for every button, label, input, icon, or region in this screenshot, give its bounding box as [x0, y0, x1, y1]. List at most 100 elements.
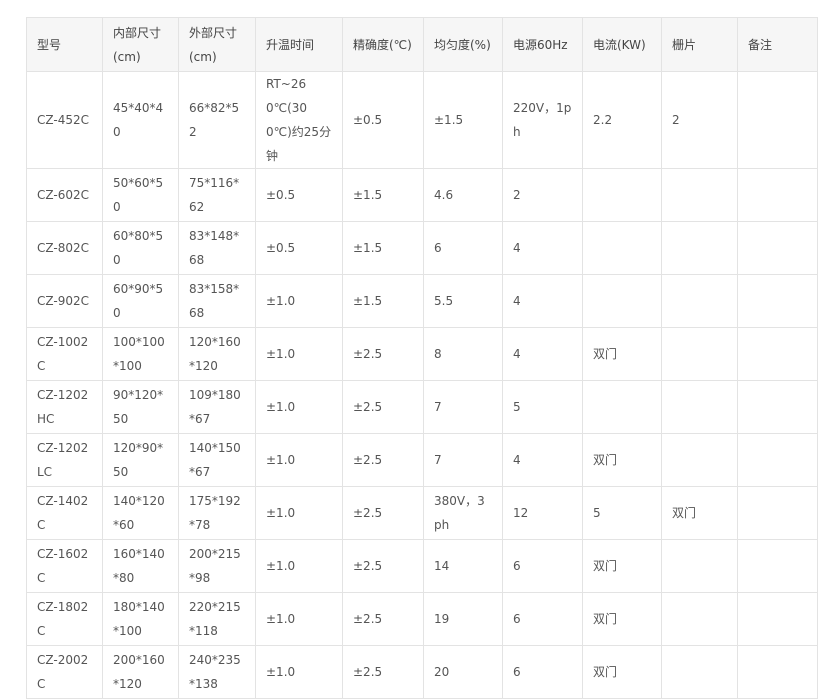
cell-power: 4 [502, 327, 583, 381]
cell-power: 220V，1ph [502, 71, 583, 169]
cell-heating-time: ±1.0 [255, 327, 343, 381]
cell-shelves [661, 433, 738, 487]
cell-uniformity: ±1.5 [423, 71, 503, 169]
cell-accuracy: ±2.5 [342, 645, 424, 699]
header-row: 型号 内部尺寸(cm) 外部尺寸(cm) 升温时间 精确度(℃) 均匀度(%) … [26, 17, 818, 72]
cell-accuracy: ±2.5 [342, 539, 424, 593]
cell-outer-size: 220*215*118 [178, 592, 256, 646]
cell-outer-size: 240*235*138 [178, 645, 256, 699]
cell-inner-size: 100*100*100 [102, 327, 179, 381]
cell-current: 双门 [582, 539, 662, 593]
cell-accuracy: ±2.5 [342, 433, 424, 487]
cell-inner-size: 60*80*50 [102, 221, 179, 275]
cell-inner-size: 200*160*120 [102, 645, 179, 699]
cell-uniformity: 7 [423, 380, 503, 434]
header-power: 电源60Hz [502, 17, 583, 72]
cell-current: 双门 [582, 592, 662, 646]
cell-shelves [661, 168, 738, 222]
cell-shelves [661, 221, 738, 275]
cell-heating-time: ±1.0 [255, 592, 343, 646]
cell-remarks [737, 645, 818, 699]
cell-remarks [737, 592, 818, 646]
cell-model: CZ-902C [26, 274, 103, 328]
header-heating-time: 升温时间 [255, 17, 343, 72]
cell-power: 4 [502, 221, 583, 275]
cell-model: CZ-1202LC [26, 433, 103, 487]
cell-accuracy: ±0.5 [342, 71, 424, 169]
cell-heating-time: ±1.0 [255, 645, 343, 699]
cell-uniformity: 380V，3ph [423, 486, 503, 540]
cell-shelves [661, 539, 738, 593]
cell-shelves [661, 380, 738, 434]
cell-model: CZ-1402C [26, 486, 103, 540]
cell-outer-size: 120*160*120 [178, 327, 256, 381]
cell-model: CZ-1802C [26, 592, 103, 646]
cell-shelves [661, 274, 738, 328]
cell-power: 4 [502, 274, 583, 328]
cell-remarks [737, 433, 818, 487]
cell-accuracy: ±1.5 [342, 168, 424, 222]
header-remarks: 备注 [737, 17, 818, 72]
table-header: 型号 内部尺寸(cm) 外部尺寸(cm) 升温时间 精确度(℃) 均匀度(%) … [26, 17, 818, 72]
cell-heating-time: ±1.0 [255, 539, 343, 593]
cell-power: 6 [502, 592, 583, 646]
cell-outer-size: 83*158*68 [178, 274, 256, 328]
cell-remarks [737, 539, 818, 593]
header-outer-size: 外部尺寸(cm) [178, 17, 256, 72]
cell-current: 双门 [582, 433, 662, 487]
header-current: 电流(KW) [582, 17, 662, 72]
cell-uniformity: 6 [423, 221, 503, 275]
cell-heating-time: ±1.0 [255, 486, 343, 540]
cell-shelves [661, 592, 738, 646]
cell-remarks [737, 71, 818, 169]
cell-uniformity: 20 [423, 645, 503, 699]
cell-inner-size: 160*140*80 [102, 539, 179, 593]
header-accuracy: 精确度(℃) [342, 17, 424, 72]
cell-model: CZ-2002C [26, 645, 103, 699]
cell-heating-time: ±1.0 [255, 274, 343, 328]
table-row: CZ-902C 60*90*50 83*158*68 ±1.0 ±1.5 5.5… [26, 274, 818, 328]
cell-accuracy: ±2.5 [342, 327, 424, 381]
cell-model: CZ-1602C [26, 539, 103, 593]
table-row: CZ-1202HC 90*120*50 109*180*67 ±1.0 ±2.5… [26, 380, 818, 434]
cell-power: 6 [502, 539, 583, 593]
cell-remarks [737, 327, 818, 381]
cell-heating-time: ±1.0 [255, 433, 343, 487]
spec-table: 型号 内部尺寸(cm) 外部尺寸(cm) 升温时间 精确度(℃) 均匀度(%) … [26, 17, 818, 699]
cell-uniformity: 19 [423, 592, 503, 646]
cell-current: 5 [582, 486, 662, 540]
cell-heating-time: ±0.5 [255, 221, 343, 275]
cell-power: 5 [502, 380, 583, 434]
cell-outer-size: 66*82*52 [178, 71, 256, 169]
cell-current [582, 221, 662, 275]
cell-outer-size: 109*180*67 [178, 380, 256, 434]
table-row: CZ-2002C 200*160*120 240*235*138 ±1.0 ±2… [26, 645, 818, 699]
cell-power: 6 [502, 645, 583, 699]
table-body: CZ-452C 45*40*40 66*82*52 RT~260℃(300℃)约… [26, 71, 818, 699]
cell-current [582, 274, 662, 328]
cell-uniformity: 7 [423, 433, 503, 487]
table-row: CZ-602C 50*60*50 75*116*62 ±0.5 ±1.5 4.6… [26, 168, 818, 222]
cell-outer-size: 83*148*68 [178, 221, 256, 275]
cell-current: 双门 [582, 645, 662, 699]
cell-shelves: 2 [661, 71, 738, 169]
cell-current [582, 380, 662, 434]
cell-power: 2 [502, 168, 583, 222]
cell-current [582, 168, 662, 222]
header-model: 型号 [26, 17, 103, 72]
cell-remarks [737, 221, 818, 275]
cell-inner-size: 50*60*50 [102, 168, 179, 222]
cell-inner-size: 180*140*100 [102, 592, 179, 646]
cell-shelves: 双门 [661, 486, 738, 540]
cell-current: 2.2 [582, 71, 662, 169]
cell-model: CZ-1002C [26, 327, 103, 381]
cell-outer-size: 140*150*67 [178, 433, 256, 487]
cell-remarks [737, 486, 818, 540]
cell-current: 双门 [582, 327, 662, 381]
header-shelves: 栅片 [661, 17, 738, 72]
cell-remarks [737, 168, 818, 222]
cell-uniformity: 5.5 [423, 274, 503, 328]
table-row: CZ-1602C 160*140*80 200*215*98 ±1.0 ±2.5… [26, 539, 818, 593]
header-uniformity: 均匀度(%) [423, 17, 503, 72]
cell-power: 12 [502, 486, 583, 540]
